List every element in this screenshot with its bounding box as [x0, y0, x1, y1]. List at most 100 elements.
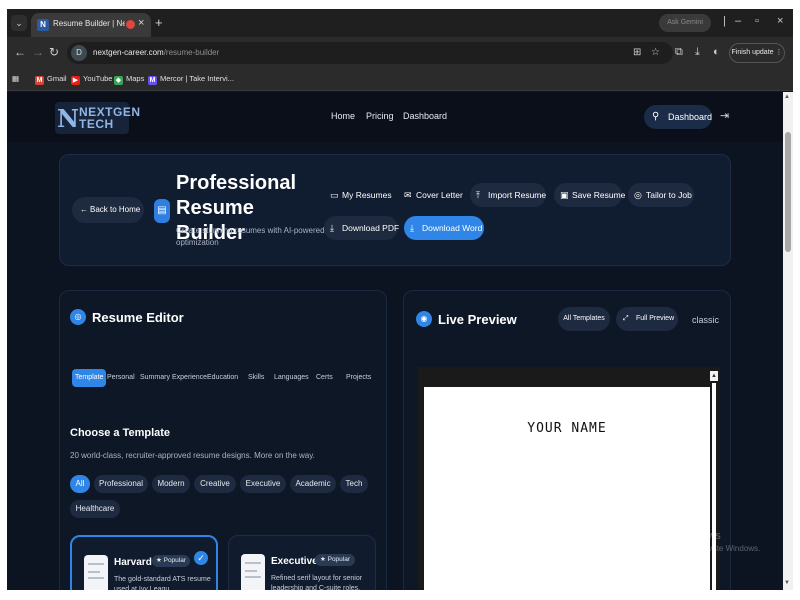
full-preview-button[interactable]: ⤢ Full Preview	[616, 307, 678, 331]
url-path: /resume-builder	[163, 48, 220, 57]
template-card-harvard[interactable]: Harvard ★ Popular ✓ The gold-standard AT…	[70, 535, 218, 590]
nav-home[interactable]: Home	[331, 111, 355, 121]
translate-icon[interactable]: ⊞	[633, 47, 641, 58]
filter-executive[interactable]: Executive	[240, 475, 286, 493]
reload-icon[interactable]: ↻	[49, 45, 59, 59]
tab-personal[interactable]: Personal	[107, 369, 135, 387]
tab-education[interactable]: Education	[207, 369, 238, 387]
watermark-line2: Go to Settings to activate Windows.	[634, 544, 761, 553]
save-resume-button[interactable]: ▣ Save Resume	[554, 183, 625, 207]
tab-template[interactable]: Template	[72, 369, 107, 387]
web-page: N NEXTGEN TECH Home Pricing Dashboard ⚲ D…	[7, 92, 793, 590]
editor-tabs: Template Personal Summary Experience Edu…	[70, 369, 378, 387]
mail-icon: ✉	[404, 190, 412, 200]
nextgen-logo[interactable]: N NEXTGEN TECH	[55, 102, 140, 134]
close-window-icon[interactable]: ×	[777, 15, 783, 27]
resume-editor-panel: ◎ Resume Editor Template Personal Summar…	[59, 290, 387, 590]
extensions-icon[interactable]: ⧉	[675, 46, 683, 59]
tailor-to-job-button[interactable]: ◎ Tailor to Job	[628, 183, 694, 207]
import-resume-button[interactable]: ⤒ Import Resume	[470, 183, 546, 207]
maximize-icon[interactable]: ▫	[755, 15, 759, 27]
browser-window: ⌄ N Resume Builder | NextGen × + Ask Gem…	[7, 9, 793, 590]
bookmark-label: Gmail	[47, 74, 67, 83]
tailor-to-job-label: Tailor to Job	[646, 190, 692, 200]
tab-strip: ⌄ N Resume Builder | NextGen × + Ask Gem…	[7, 9, 793, 37]
profile-avatar-icon[interactable]: ◐	[713, 46, 720, 58]
tab-certs[interactable]: Certs	[316, 369, 333, 387]
tab-experience[interactable]: Experience	[172, 369, 207, 387]
all-templates-button[interactable]: All Templates	[558, 307, 610, 331]
preview-viewport[interactable]: YOUR NAME ▲	[418, 367, 720, 590]
back-to-home-label: Back to Home	[90, 205, 141, 214]
download-pdf-button[interactable]: ⤓ Download PDF	[324, 216, 400, 240]
tab-languages[interactable]: Languages	[274, 369, 309, 387]
template-name: Harvard	[114, 557, 152, 568]
browser-toolbar: ← → ↻ D nextgen-career.com/resume-builde…	[7, 37, 793, 69]
filter-all[interactable]: All	[70, 475, 90, 493]
finish-update-button[interactable]: Finish update ⋮	[729, 43, 785, 63]
divider-icon: |	[723, 15, 726, 27]
logo-line2: TECH	[79, 117, 114, 131]
bookmark-label: Mercor | Take Intervi...	[160, 74, 234, 83]
download-icon[interactable]: ⤓	[695, 46, 700, 59]
tab-projects[interactable]: Projects	[346, 369, 371, 387]
bookmark-label: Maps	[126, 74, 145, 83]
download-pdf-label: Download PDF	[342, 223, 400, 233]
preview-scrollbar[interactable]	[712, 383, 716, 590]
filter-creative[interactable]: Creative	[194, 475, 236, 493]
cover-letter-button[interactable]: ✉ Cover Letter	[398, 183, 464, 207]
tab-search-icon[interactable]: ⌄	[11, 15, 27, 31]
cover-letter-label: Cover Letter	[416, 190, 463, 200]
site-favicon-icon: N	[37, 19, 49, 31]
bookmark-youtube[interactable]: ▶ YouTube	[71, 74, 112, 85]
new-tab-icon[interactable]: +	[155, 15, 163, 30]
resume-preview-page: YOUR NAME	[424, 387, 710, 590]
nav-pricing[interactable]: Pricing	[366, 111, 394, 121]
forward-arrow-icon[interactable]: →	[32, 45, 44, 59]
my-resumes-button[interactable]: ▭ My Resumes	[324, 183, 392, 207]
scroll-down-icon[interactable]: ▼	[784, 580, 790, 586]
template-thumbnail	[241, 554, 265, 590]
address-bar[interactable]: D nextgen-career.com/resume-builder ⊞ ☆	[67, 42, 673, 64]
download-word-button[interactable]: ⤓ Download Word	[404, 216, 484, 240]
maps-icon: ◆	[114, 76, 123, 85]
tab-skills[interactable]: Skills	[248, 369, 264, 387]
download-icon: ⤓	[410, 223, 414, 233]
bookmark-mercor[interactable]: M Mercor | Take Intervi...	[148, 74, 234, 85]
tab-summary[interactable]: Summary	[140, 369, 170, 387]
download-word-label: Download Word	[422, 223, 483, 233]
browser-tab[interactable]: N Resume Builder | NextGen ×	[31, 13, 151, 37]
template-description: Refined serif layout for senior leadersh…	[271, 575, 363, 590]
bookmarks-bar: ▦ M Gmail ▶ YouTube ◆ Maps M Mercor | Take I…	[7, 69, 793, 91]
filter-academic[interactable]: Academic	[290, 475, 336, 493]
bookmark-maps[interactable]: ◆ Maps	[114, 74, 144, 85]
tab-close-icon[interactable]: ×	[138, 17, 144, 29]
template-card-executive[interactable]: Executive ★ Popular Refined serif layout…	[228, 535, 376, 590]
scrollbar-thumb[interactable]	[785, 132, 791, 252]
nav-dashboard[interactable]: Dashboard	[403, 111, 447, 121]
bookmark-star-icon[interactable]: ☆	[651, 47, 660, 58]
preview-title: Live Preview	[438, 312, 517, 327]
eye-icon: ◉	[416, 311, 432, 327]
logout-icon[interactable]: ⇥	[720, 109, 729, 122]
ask-gemini-button[interactable]: Ask Gemini	[659, 14, 711, 32]
popular-badge-label: Popular	[327, 556, 351, 563]
minimize-icon[interactable]: –	[735, 15, 741, 27]
back-to-home-button[interactable]: ← Back to Home	[72, 197, 144, 223]
gmail-icon: M	[35, 76, 44, 85]
builder-header-card: ← Back to Home ▤ Professional Resume Bui…	[59, 154, 731, 266]
site-info-icon[interactable]: D	[71, 45, 87, 61]
apps-grid-icon[interactable]: ▦	[12, 74, 19, 83]
thumbnail-line	[88, 577, 104, 579]
back-arrow-icon[interactable]: ←	[14, 45, 26, 59]
filter-professional[interactable]: Professional	[94, 475, 148, 493]
tab-title: Resume Builder | NextGen	[53, 19, 125, 28]
filter-tech[interactable]: Tech	[340, 475, 368, 493]
scroll-up-icon[interactable]: ▲	[784, 94, 790, 100]
filter-modern[interactable]: Modern	[152, 475, 190, 493]
preview-scroll-up-icon[interactable]: ▲	[710, 371, 718, 381]
page-scrollbar[interactable]: ▲ ▼	[783, 92, 793, 590]
filter-healthcare[interactable]: Healthcare	[70, 500, 120, 518]
dashboard-button[interactable]: ⚲ Dashboard	[644, 105, 712, 129]
bookmark-gmail[interactable]: M Gmail	[35, 74, 67, 85]
